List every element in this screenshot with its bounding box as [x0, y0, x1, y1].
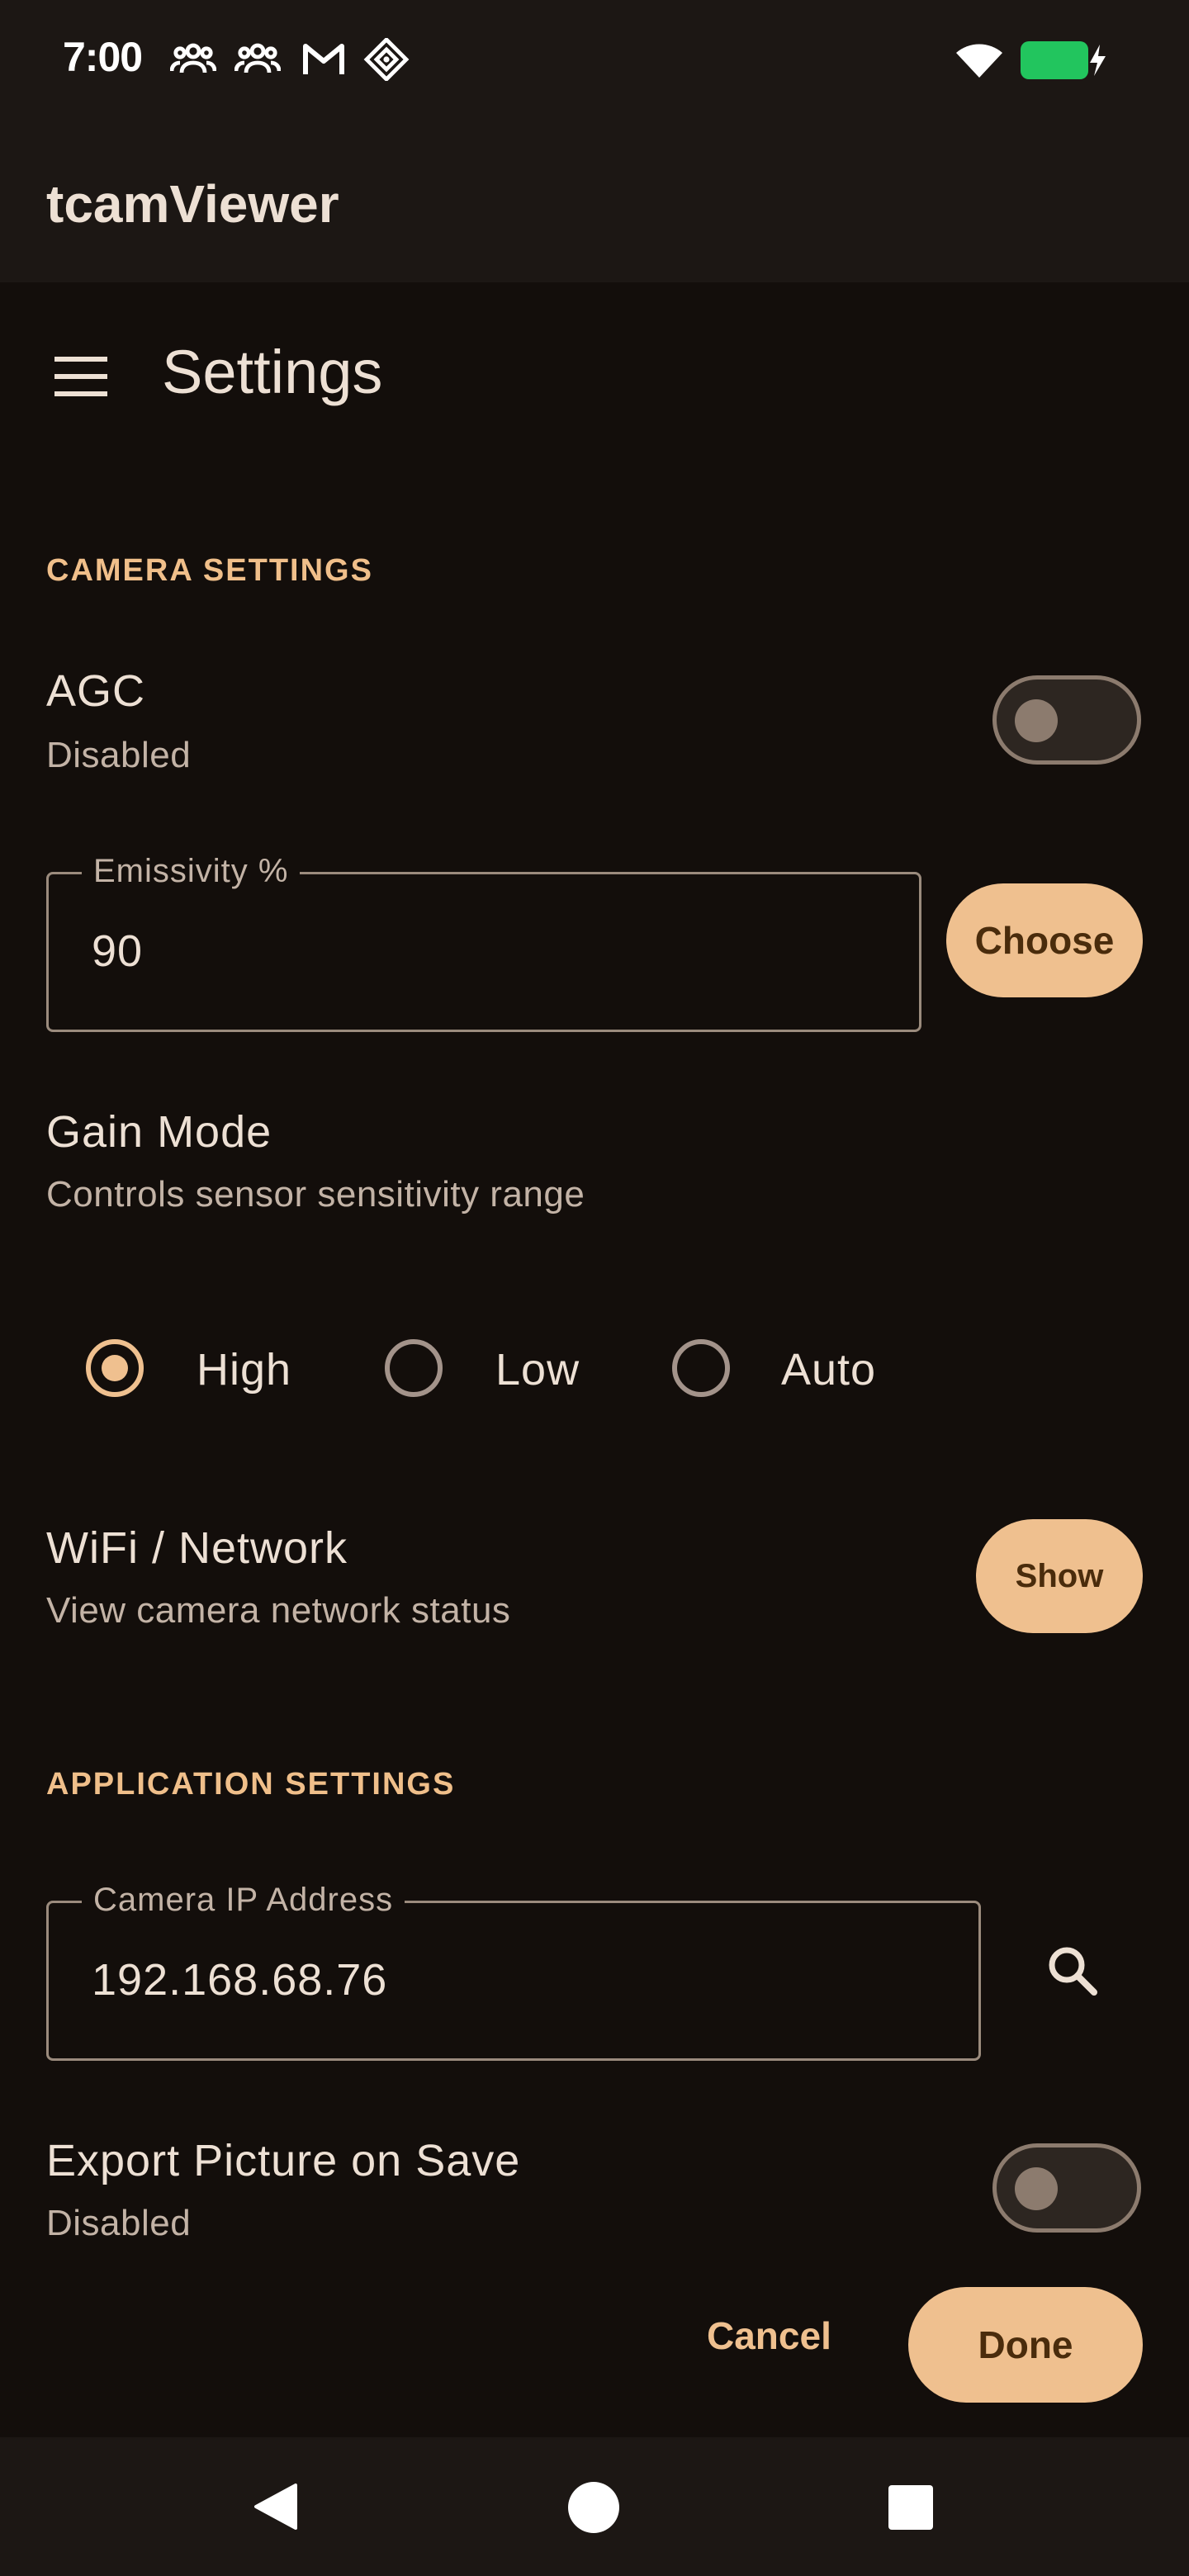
emissivity-field[interactable]: Emissivity % 90 — [46, 853, 921, 1032]
group-icon — [169, 38, 217, 81]
wifi-icon — [955, 38, 1004, 81]
page-title: Settings — [162, 338, 383, 406]
radio-high[interactable] — [86, 1339, 144, 1397]
home-icon[interactable] — [568, 2482, 619, 2533]
export-picture-title: Export Picture on Save — [46, 2136, 521, 2185]
battery-charging-icon — [1021, 41, 1108, 79]
gain-mode-subtitle: Controls sensor sensitivity range — [46, 1174, 585, 1215]
agc-status: Disabled — [46, 735, 192, 775]
section-header-application-settings: APPLICATION SETTINGS — [46, 1767, 456, 1802]
agc-title: AGC — [46, 666, 146, 716]
show-button[interactable]: Show — [976, 1519, 1143, 1633]
recents-icon[interactable] — [888, 2485, 933, 2530]
wifi-network-title: WiFi / Network — [46, 1523, 348, 1573]
search-icon[interactable] — [1044, 1942, 1101, 2000]
toggle-knob — [1015, 699, 1058, 742]
camera-ip-label: Camera IP Address — [82, 1882, 405, 1919]
export-picture-toggle[interactable] — [992, 2143, 1141, 2233]
radio-low-label[interactable]: Low — [495, 1344, 580, 1395]
hamburger-menu-icon[interactable] — [50, 353, 112, 400]
radio-high-label[interactable]: High — [197, 1344, 291, 1395]
app-title: tcamViewer — [46, 174, 339, 234]
done-button[interactable]: Done — [908, 2287, 1143, 2403]
export-picture-status: Disabled — [46, 2203, 192, 2243]
diamond-app-icon — [363, 36, 410, 83]
emissivity-value: 90 — [92, 926, 144, 976]
gain-mode-title: Gain Mode — [46, 1107, 272, 1157]
cancel-button[interactable]: Cancel — [707, 2313, 831, 2358]
radio-auto-label[interactable]: Auto — [781, 1344, 876, 1395]
toggle-knob — [1015, 2167, 1058, 2210]
wifi-network-subtitle: View camera network status — [46, 1590, 511, 1631]
emissivity-label: Emissivity % — [82, 853, 301, 890]
radio-low[interactable] — [385, 1339, 443, 1397]
camera-ip-field[interactable]: Camera IP Address 192.168.68.76 — [46, 1882, 981, 2061]
group-icon — [234, 38, 282, 81]
status-time: 7:00 — [63, 34, 143, 80]
gmail-icon — [301, 38, 347, 81]
agc-toggle[interactable] — [992, 675, 1141, 765]
back-icon[interactable] — [251, 2482, 301, 2531]
section-header-camera-settings: CAMERA SETTINGS — [46, 553, 373, 588]
choose-button[interactable]: Choose — [946, 883, 1143, 997]
radio-auto[interactable] — [672, 1339, 730, 1397]
camera-ip-value: 192.168.68.76 — [92, 1955, 388, 2005]
